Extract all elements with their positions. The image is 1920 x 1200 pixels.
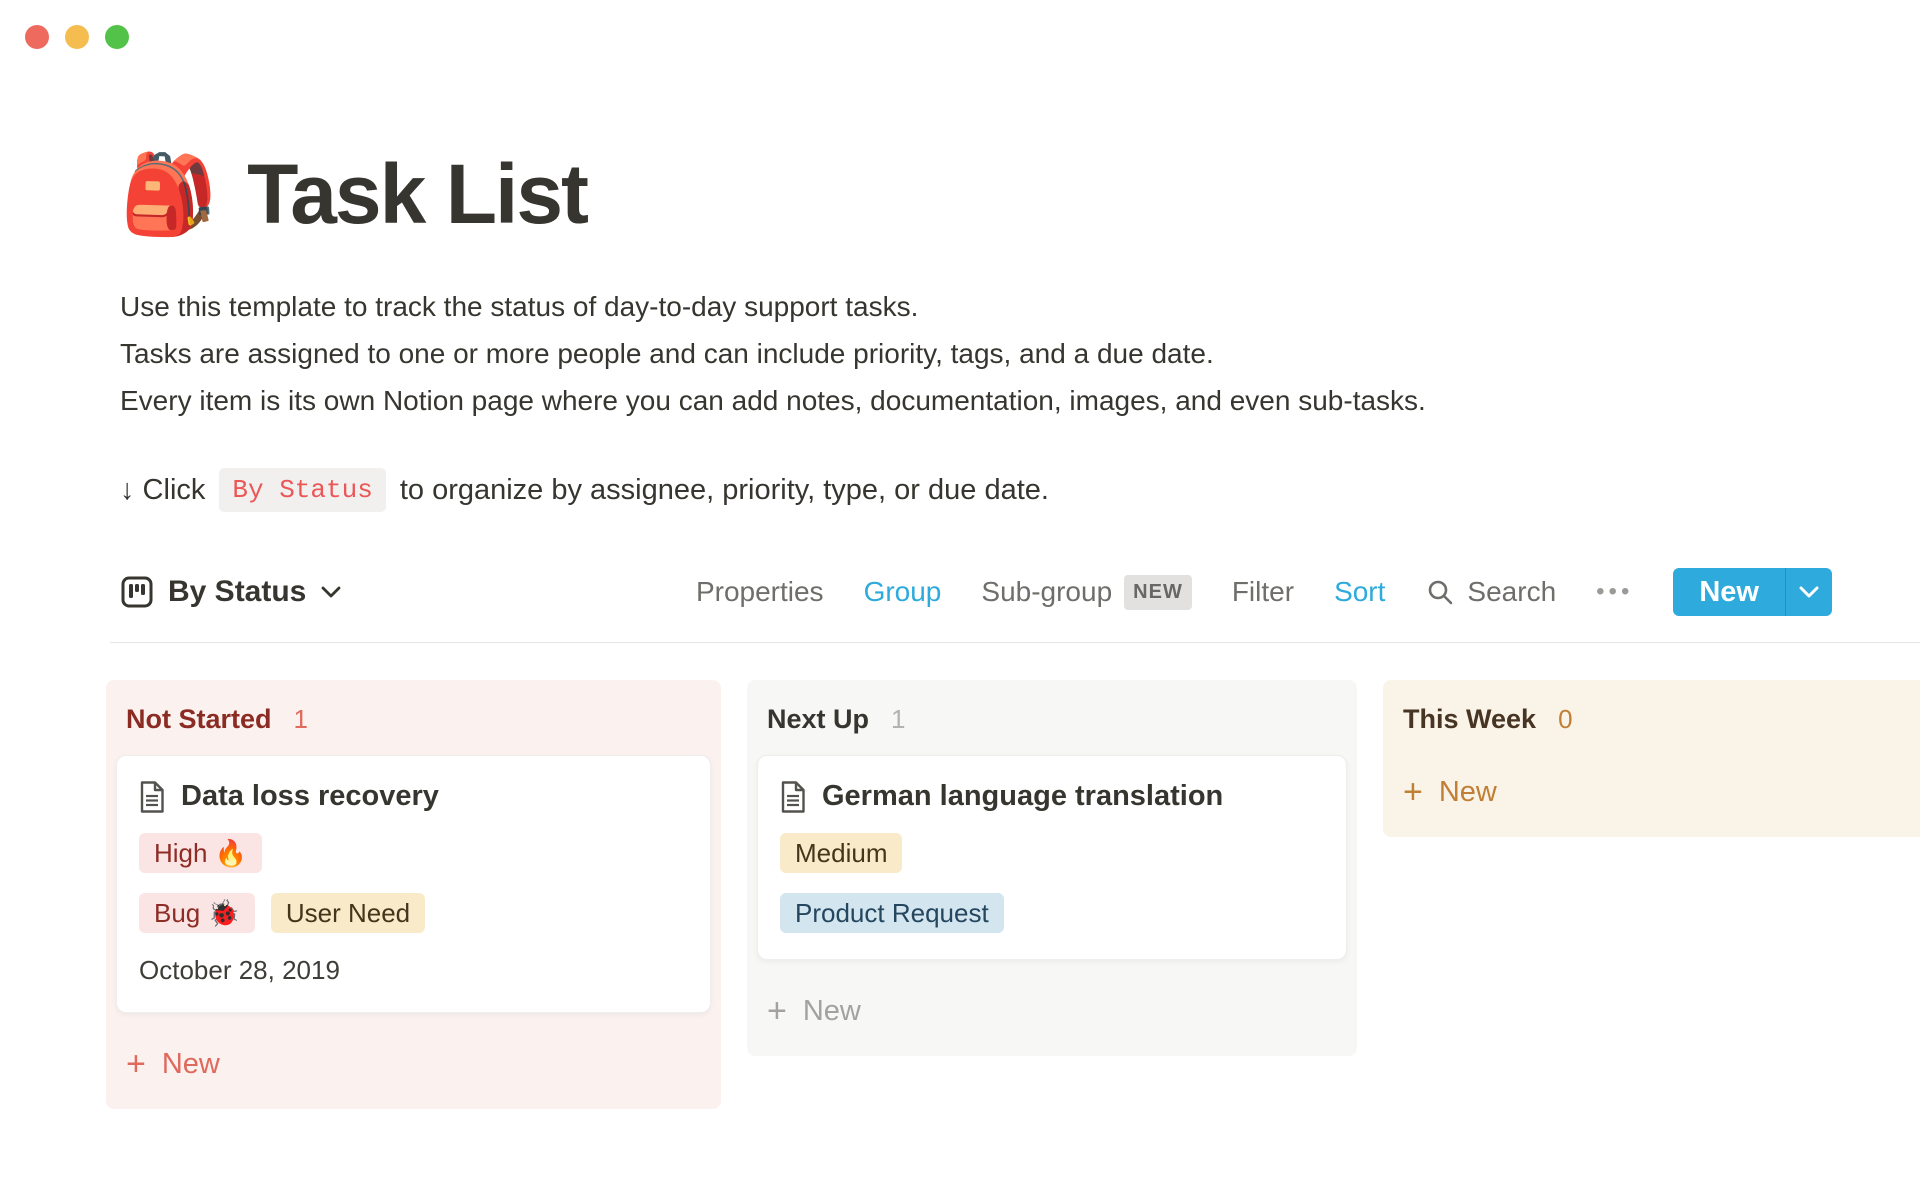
search-label: Search <box>1467 576 1556 608</box>
filter-button[interactable]: Filter <box>1232 576 1294 608</box>
callout-suffix: to organize by assignee, priority, type,… <box>400 474 1049 507</box>
toolbar-actions: Properties Group Sub-group NEW Filter So… <box>696 568 1832 616</box>
board-column-next-up: Next Up 1 German language translation Me… <box>747 680 1357 1056</box>
column-title: Not Started <box>126 704 272 735</box>
callout-prefix: ↓ Click <box>120 474 205 507</box>
column-header[interactable]: Next Up 1 <box>747 680 1357 751</box>
close-button[interactable] <box>25 25 49 49</box>
description-line: Every item is its own Notion page where … <box>120 377 1426 424</box>
priority-tag: High 🔥 <box>139 833 262 873</box>
description-line: Use this template to track the status of… <box>120 283 1426 330</box>
search-button[interactable]: Search <box>1425 576 1556 608</box>
plus-icon: + <box>126 1047 146 1081</box>
callout-line: ↓ Click By Status to organize by assigne… <box>120 468 1049 512</box>
column-count: 0 <box>1558 704 1572 735</box>
tag-row: Bug 🐞 User Need <box>139 893 686 933</box>
page-description: Use this template to track the status of… <box>120 283 1426 424</box>
add-new-card-button[interactable]: + New <box>126 1047 701 1081</box>
new-button-chevron[interactable] <box>1786 568 1832 616</box>
description-line: Tasks are assigned to one or more people… <box>120 330 1426 377</box>
task-card[interactable]: German language translation Medium Produ… <box>757 755 1347 960</box>
card-title-row: German language translation <box>780 780 1322 813</box>
toolbar-divider <box>110 642 1920 643</box>
new-button[interactable]: New <box>1673 568 1832 616</box>
chevron-down-icon <box>1798 585 1820 599</box>
search-icon <box>1425 577 1455 607</box>
add-new-label: New <box>1439 776 1497 809</box>
tag-row: High 🔥 <box>139 833 686 873</box>
type-tag: Bug 🐞 <box>139 893 255 933</box>
card-due-date: October 28, 2019 <box>139 955 686 986</box>
kanban-board: Not Started 1 Data loss recovery High 🔥 … <box>106 680 1920 1109</box>
window-controls <box>25 25 129 49</box>
new-button-label[interactable]: New <box>1673 568 1785 616</box>
column-title: This Week <box>1403 704 1536 735</box>
type-tag: User Need <box>271 893 425 933</box>
column-count: 1 <box>294 704 308 735</box>
page-title: Task List <box>247 148 587 240</box>
page-icon <box>139 781 165 813</box>
type-tag: Product Request <box>780 893 1004 933</box>
card-title: Data loss recovery <box>181 780 439 813</box>
subgroup-button[interactable]: Sub-group NEW <box>981 575 1191 610</box>
tag-row: Medium <box>780 833 1322 873</box>
view-toolbar: By Status Properties Group Sub-group NEW… <box>110 564 1832 620</box>
group-button[interactable]: Group <box>864 576 942 608</box>
board-view-icon <box>120 575 154 609</box>
task-card[interactable]: Data loss recovery High 🔥 Bug 🐞 User Nee… <box>116 755 711 1013</box>
new-feature-badge: NEW <box>1124 575 1192 610</box>
column-count: 1 <box>891 704 905 735</box>
view-selector-by-status[interactable]: By Status <box>120 575 342 609</box>
page-icon <box>780 781 806 813</box>
minimize-button[interactable] <box>65 25 89 49</box>
subgroup-label: Sub-group <box>981 576 1112 608</box>
board-column-this-week: This Week 0 + New <box>1383 680 1920 837</box>
add-new-label: New <box>803 995 861 1028</box>
view-selector-label: By Status <box>168 575 306 609</box>
card-title-row: Data loss recovery <box>139 780 686 813</box>
zoom-button[interactable] <box>105 25 129 49</box>
add-new-label: New <box>162 1048 220 1081</box>
add-new-card-button[interactable]: + New <box>767 994 1337 1028</box>
more-options-button[interactable]: ••• <box>1596 578 1633 606</box>
tag-row: Product Request <box>780 893 1322 933</box>
by-status-code-chip: By Status <box>219 468 385 512</box>
backpack-emoji-icon: 🎒 <box>120 155 217 233</box>
column-title: Next Up <box>767 704 869 735</box>
board-column-not-started: Not Started 1 Data loss recovery High 🔥 … <box>106 680 721 1109</box>
sort-button[interactable]: Sort <box>1334 576 1385 608</box>
properties-button[interactable]: Properties <box>696 576 824 608</box>
card-title: German language translation <box>822 780 1223 813</box>
add-new-card-button[interactable]: + New <box>1403 775 1920 809</box>
plus-icon: + <box>767 994 787 1028</box>
chevron-down-icon <box>320 585 342 599</box>
column-header[interactable]: This Week 0 <box>1383 680 1920 751</box>
column-header[interactable]: Not Started 1 <box>106 680 721 751</box>
page-title-row: 🎒 Task List <box>120 148 587 240</box>
plus-icon: + <box>1403 775 1423 809</box>
priority-tag: Medium <box>780 833 902 873</box>
